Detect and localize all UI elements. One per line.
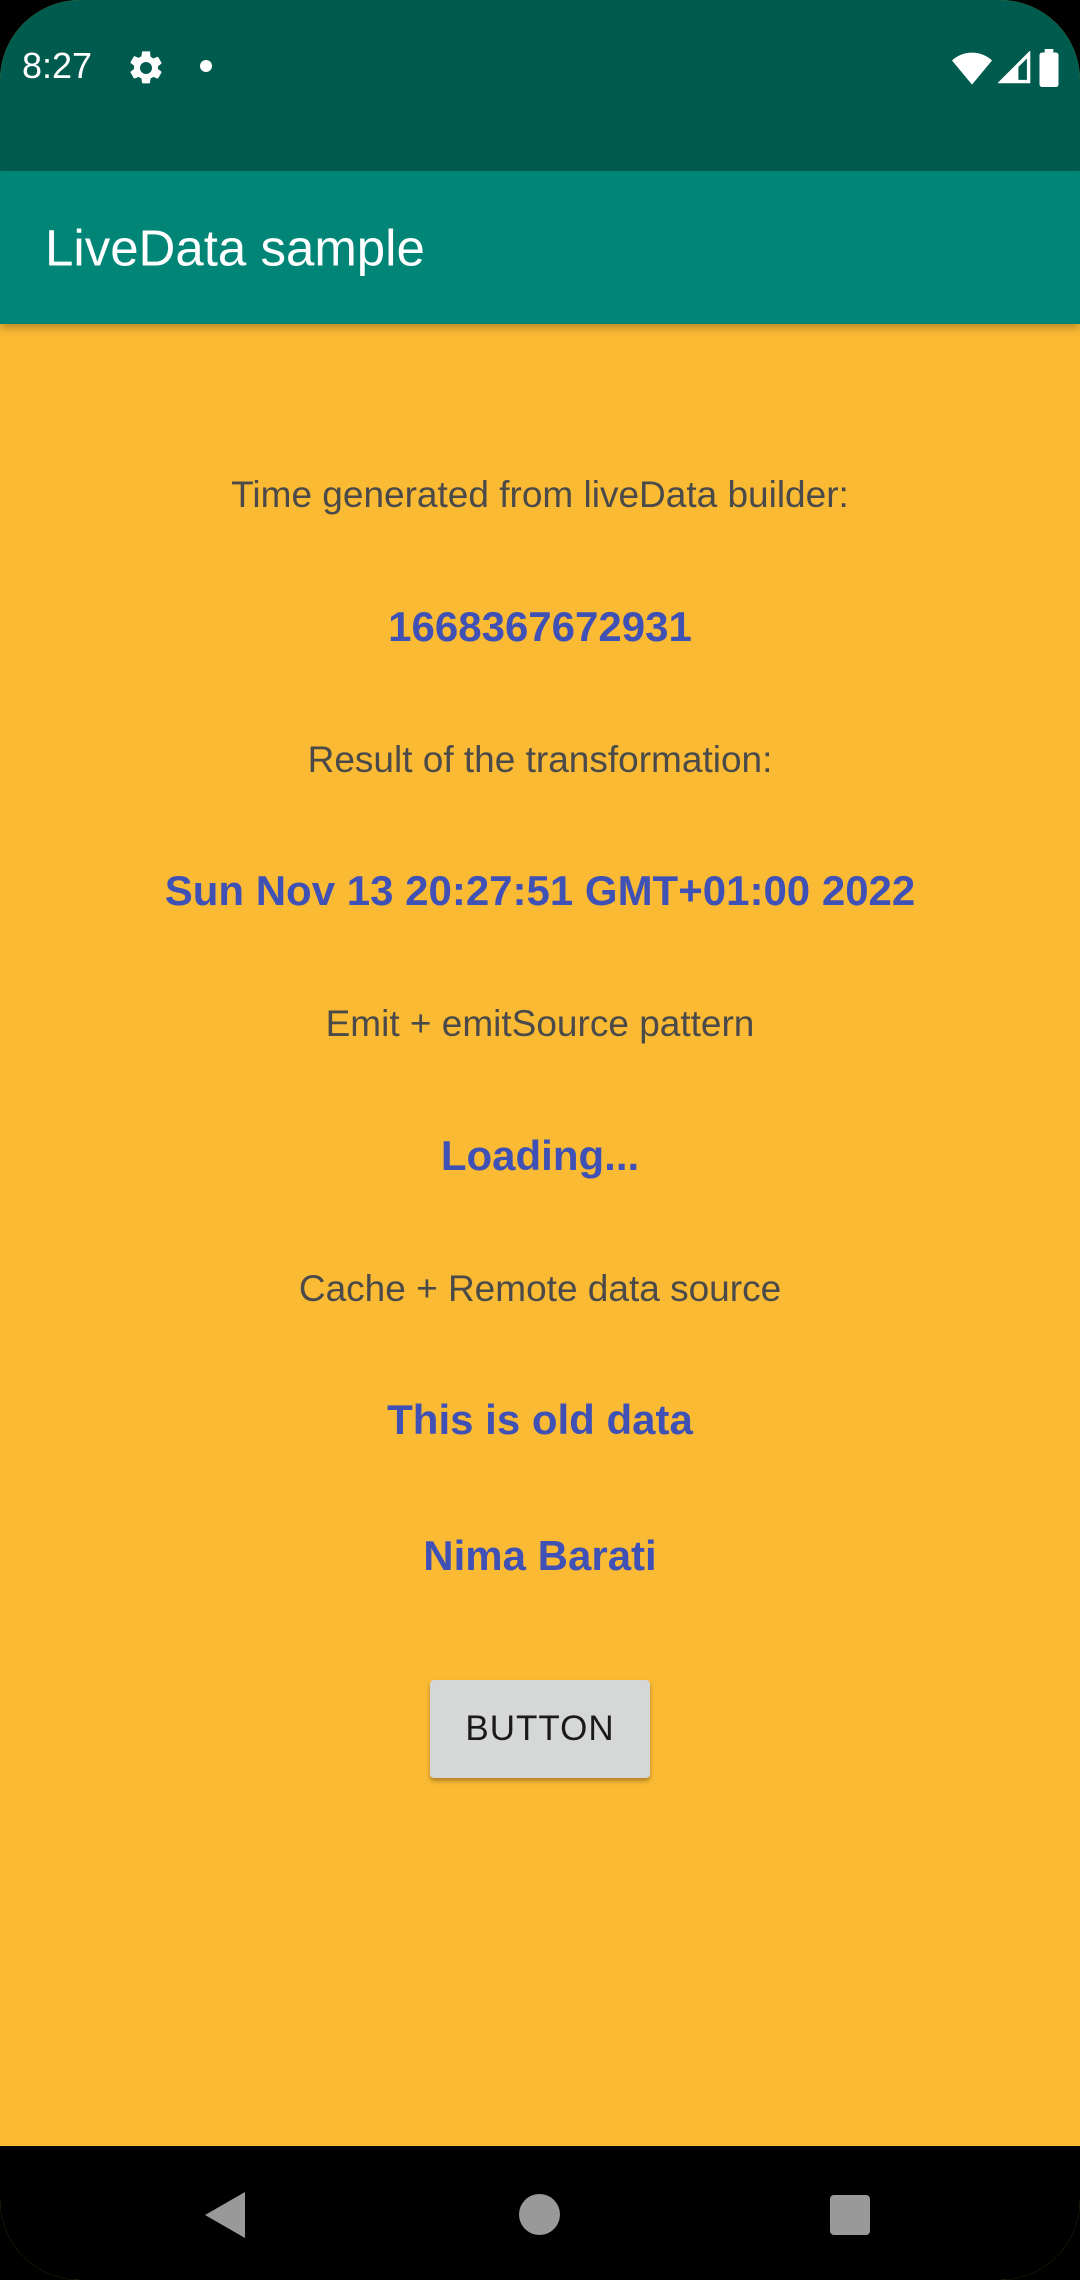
main-content: Time generated from liveData builder: 16… (0, 324, 1080, 2146)
status-bar: 8:27 (0, 0, 1080, 171)
status-time: 8:27 (22, 45, 93, 86)
recents-icon[interactable] (830, 2195, 870, 2235)
status-icons (952, 48, 1060, 88)
app-title: LiveData sample (45, 219, 425, 276)
transform-label: Result of the transformation: (307, 739, 773, 780)
transform-value: Sun Nov 13 20:27:51 GMT+01:00 2022 (164, 867, 916, 914)
device-screen: 8:27 LiveData sample Time generated from… (0, 0, 1080, 2280)
back-icon[interactable] (205, 2192, 245, 2238)
emit-value: Loading... (440, 1132, 640, 1179)
home-icon[interactable] (519, 2194, 560, 2235)
cache-label: Cache + Remote data source (298, 1268, 782, 1309)
notification-dot-icon (200, 60, 212, 72)
time-label: Time generated from liveData builder: (231, 474, 849, 515)
navigation-bar (0, 2146, 1080, 2280)
main-button[interactable]: BUTTON (430, 1680, 650, 1778)
wifi-icon (952, 52, 992, 85)
gear-icon (130, 51, 162, 84)
app-bar: LiveData sample (0, 171, 1080, 324)
emit-label: Emit + emitSource pattern (325, 1003, 755, 1044)
time-value: 1668367672931 (388, 603, 692, 650)
cache-value: This is old data (387, 1396, 693, 1443)
cell-signal-icon (998, 51, 1031, 84)
battery-icon (1039, 49, 1059, 87)
name-value: Nima Barati (423, 1532, 657, 1579)
